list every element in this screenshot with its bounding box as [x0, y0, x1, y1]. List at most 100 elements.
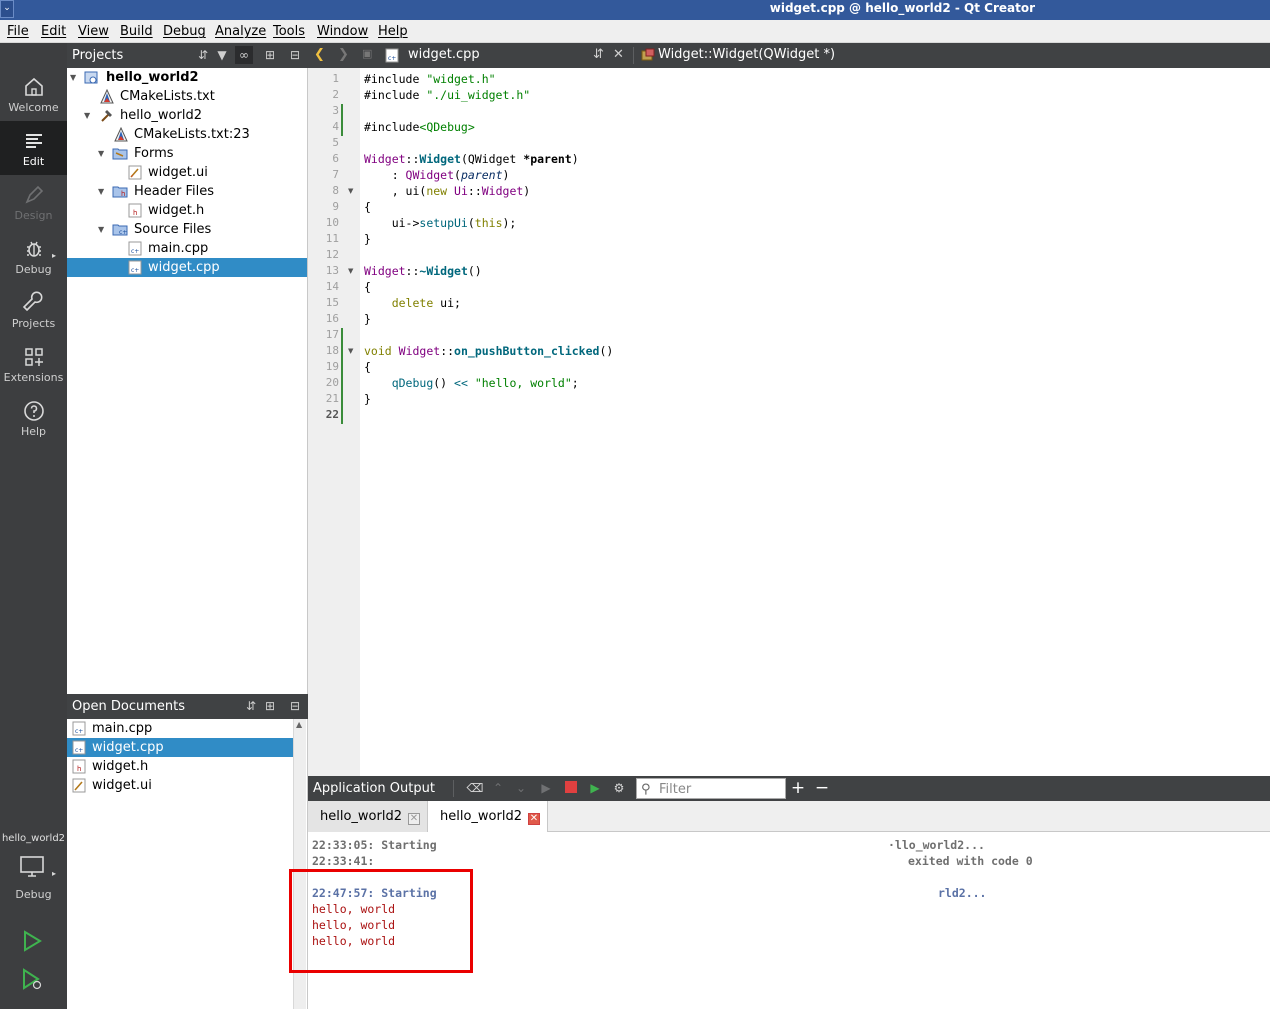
tree-item-project-root[interactable]: ▼ hello_world2	[67, 68, 307, 87]
svg-text:c+: c+	[388, 55, 396, 62]
menu-analyze[interactable]: Analyze	[215, 24, 266, 39]
code-line: , ui(new Ui::Widget)	[364, 184, 531, 198]
output-pane-selector[interactable]: Application Output	[313, 781, 435, 796]
mode-debug-label: Debug	[15, 263, 52, 276]
tree-item-source-files[interactable]: ▼ c+ Source Files	[67, 220, 307, 239]
run-icon[interactable]	[20, 929, 44, 953]
tree-item-cmakelists-23[interactable]: CMakeLists.txt:23	[67, 125, 307, 144]
chevron-down-icon[interactable]: ⌄	[0, 0, 14, 18]
open-doc-widget-ui[interactable]: widget.ui	[67, 776, 293, 795]
projects-view-selector[interactable]: Projects	[72, 48, 123, 63]
highlight-annotation-box	[289, 869, 473, 973]
tree-item-widget-ui[interactable]: widget.ui	[67, 163, 307, 182]
cpp-file-icon: c+	[128, 241, 142, 256]
projects-tree: ▼ hello_world2 CMakeLists.txt ▼ hello_wo…	[67, 68, 308, 694]
updown-arrows-icon[interactable]: ⇵	[242, 697, 260, 715]
tree-item-target[interactable]: ▼ hello_world2	[67, 106, 307, 125]
menu-tools[interactable]: Tools	[273, 24, 305, 39]
code-line: }	[364, 312, 371, 326]
svg-text:c+: c+	[75, 747, 83, 754]
menu-build[interactable]: Build	[120, 24, 153, 39]
tree-item-widget-cpp[interactable]: c+ widget.cpp	[67, 258, 307, 277]
symbol-selector[interactable]: Widget::Widget(QWidget *)	[658, 47, 835, 62]
updown-arrows-icon[interactable]: ⇵	[593, 47, 604, 62]
close-document-icon[interactable]: ✕	[613, 47, 624, 62]
output-line-tail: rld2...	[938, 886, 987, 900]
mode-bar: Welcome Edit Design Debug Projects Exten…	[0, 43, 67, 1009]
mode-design[interactable]: Design	[0, 175, 67, 229]
zoom-in-icon[interactable]: +	[789, 779, 807, 797]
next-item-icon[interactable]: ⌄	[512, 779, 530, 797]
open-documents-view-selector[interactable]: Open Documents	[72, 699, 185, 714]
tree-item-widget-h[interactable]: h widget.h	[67, 201, 307, 220]
monitor-icon[interactable]	[19, 855, 45, 879]
expand-arrow-icon[interactable]: ▼	[84, 106, 90, 125]
fold-marker-icon[interactable]: ▼	[348, 267, 353, 275]
forward-arrow-icon[interactable]: ❯	[338, 47, 349, 62]
open-doc-main-cpp[interactable]: c+ main.cpp	[67, 719, 293, 738]
fold-marker-icon[interactable]: ▼	[348, 347, 353, 355]
menu-file[interactable]: File	[7, 24, 29, 39]
settings-gear-icon[interactable]: ⚙	[610, 779, 628, 797]
updown-arrows-icon[interactable]: ⇵	[194, 46, 212, 64]
kit-build-config[interactable]: Debug	[0, 888, 67, 901]
menu-help[interactable]: Help	[378, 24, 408, 39]
debug-run-icon[interactable]	[20, 967, 44, 991]
previous-item-icon[interactable]: ⌃	[489, 779, 507, 797]
fold-marker-icon[interactable]: ▼	[348, 187, 353, 195]
mode-welcome[interactable]: Welcome	[0, 67, 67, 121]
output-tab-2[interactable]: hello_world2 ✕	[428, 801, 548, 832]
mode-projects[interactable]: Projects	[0, 283, 67, 337]
line-number: 9	[332, 200, 339, 213]
back-arrow-icon[interactable]: ❮	[314, 47, 325, 62]
mode-debug[interactable]: Debug	[0, 229, 67, 283]
expand-arrow-icon[interactable]: ▼	[98, 144, 104, 163]
line-number: 11	[325, 232, 339, 245]
split-icon[interactable]: ⊞	[261, 46, 279, 64]
tree-item-label: hello_world2	[120, 108, 202, 123]
open-doc-widget-cpp[interactable]: c+ widget.cpp	[67, 738, 293, 757]
menu-edit[interactable]: Edit	[41, 24, 66, 39]
link-icon[interactable]: ∞	[235, 46, 253, 64]
tree-item-cmakelists[interactable]: CMakeLists.txt	[67, 87, 307, 106]
tree-item-forms[interactable]: ▼ Forms	[67, 144, 307, 163]
attach-debugger-icon[interactable]: ▶	[586, 779, 604, 797]
code-line: {	[364, 360, 371, 374]
tree-item-label: main.cpp	[148, 241, 209, 256]
close-pane-icon[interactable]: ⊟	[286, 697, 304, 715]
zoom-out-icon[interactable]: −	[813, 779, 831, 797]
open-doc-widget-h[interactable]: h widget.h	[67, 757, 293, 776]
projects-pane-header: Projects ⇵ ▼ ∞ ⊞ ⊟	[67, 43, 308, 68]
tree-item-label: widget.ui	[148, 165, 208, 180]
output-filter-input[interactable]: ⚲ Filter	[636, 778, 786, 799]
menu-bar: File Edit View Build Debug Analyze Tools…	[0, 20, 1270, 43]
menu-window[interactable]: Window	[317, 24, 368, 39]
header-file-icon: h	[128, 203, 142, 218]
code-editor[interactable]: 1 2 3 4 5 6 7 8 ▼ 9 10 11 12 13 ▼ 14 15 16 17 18 ▼ 19 20 21 22 #…	[308, 68, 1270, 776]
filter-icon[interactable]: ▼	[213, 46, 231, 64]
tree-item-main-cpp[interactable]: c+ main.cpp	[67, 239, 307, 258]
expand-arrow-icon[interactable]: ▼	[98, 220, 104, 239]
expand-arrow-icon[interactable]: ▼	[98, 182, 104, 201]
close-pane-icon[interactable]: ⊟	[286, 46, 304, 64]
output-tab-1[interactable]: hello_world2 ✕	[308, 801, 428, 832]
menu-debug[interactable]: Debug	[163, 24, 206, 39]
open-doc-label: main.cpp	[92, 721, 153, 736]
close-tab-icon[interactable]: ✕	[407, 813, 420, 825]
rerun-icon[interactable]: ▶	[537, 779, 555, 797]
split-icon[interactable]: ⊞	[261, 697, 279, 715]
clean-output-icon[interactable]: ⌫	[466, 779, 484, 797]
home-icon	[24, 77, 43, 96]
folder-sources-icon: c+	[112, 224, 128, 236]
stop-icon[interactable]	[562, 779, 580, 797]
mode-extensions[interactable]: Extensions	[0, 337, 67, 391]
mode-help[interactable]: Help	[0, 391, 67, 445]
close-tab-icon[interactable]: ✕	[527, 813, 540, 825]
scroll-up-arrow-icon[interactable]: ▲	[296, 720, 302, 729]
tree-item-header-files[interactable]: ▼ h Header Files	[67, 182, 307, 201]
menu-view[interactable]: View	[78, 24, 109, 39]
editor-file-selector[interactable]: widget.cpp	[408, 47, 480, 62]
bug-icon	[26, 241, 41, 257]
expand-arrow-icon[interactable]: ▼	[70, 68, 76, 87]
mode-edit[interactable]: Edit	[0, 121, 67, 175]
